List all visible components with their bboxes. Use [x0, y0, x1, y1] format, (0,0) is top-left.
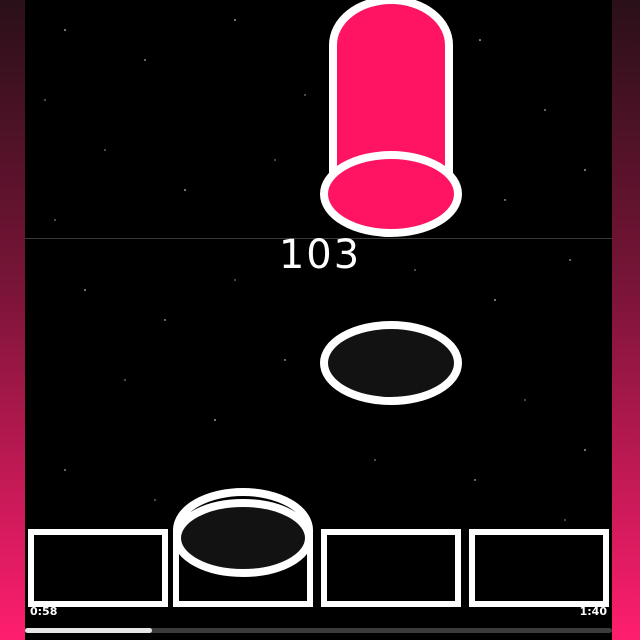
total-time: 1:40 [579, 605, 607, 618]
lane-target-4[interactable] [469, 529, 609, 607]
progress-fill [25, 628, 152, 633]
tap-note [320, 321, 462, 405]
landing-note [173, 488, 313, 577]
progress-bar[interactable] [25, 628, 612, 633]
lane-target-3[interactable] [321, 529, 461, 607]
lane-target-1[interactable] [28, 529, 168, 607]
game-board [28, 0, 609, 607]
elapsed-time: 0:58 [30, 605, 58, 618]
score-counter: 103 [278, 232, 362, 278]
long-note [320, 0, 462, 237]
